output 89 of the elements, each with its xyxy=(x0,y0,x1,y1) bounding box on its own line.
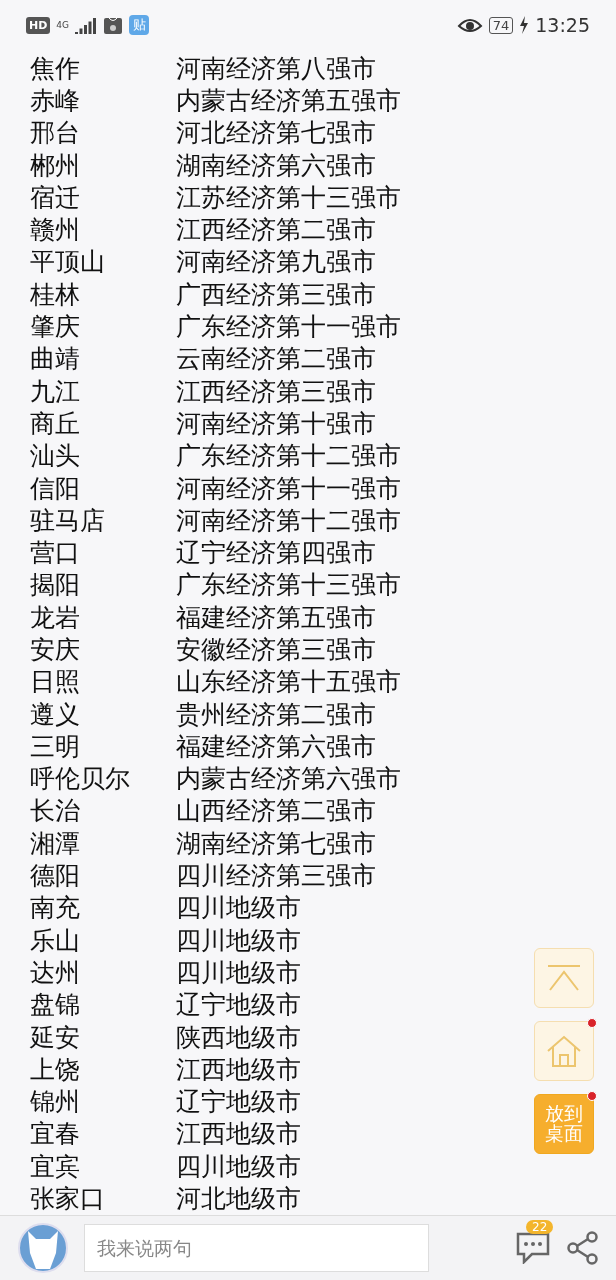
home-icon xyxy=(546,1034,582,1068)
city-description: 江西地级市 xyxy=(176,1118,301,1151)
city-name: 赣州 xyxy=(30,214,81,247)
share-icon[interactable] xyxy=(566,1231,600,1265)
city-description: 内蒙古经济第六强市 xyxy=(176,763,401,796)
city-description: 广东经济第十二强市 xyxy=(176,440,401,473)
city-name: 宿迁 xyxy=(30,181,81,214)
city-name: 龙岩 xyxy=(30,601,81,634)
city-name: 九江 xyxy=(30,375,81,408)
city-name: 延安 xyxy=(30,1021,81,1054)
eye-icon xyxy=(456,16,483,34)
arrow-up-icon xyxy=(545,963,583,993)
city-name: 驻马店 xyxy=(30,504,106,537)
city-name: 德阳 xyxy=(30,860,81,893)
city-description: 江苏经济第十三强市 xyxy=(176,181,401,214)
city-description: 辽宁地级市 xyxy=(176,1086,301,1119)
city-description: 贵州经济第二强市 xyxy=(176,698,376,731)
city-description: 福建经济第六强市 xyxy=(176,730,376,763)
city-description: 云南经济第二强市 xyxy=(176,343,376,376)
city-name: 宜春 xyxy=(30,1118,81,1151)
hd-indicator: HD xyxy=(26,16,51,34)
city-name: 安庆 xyxy=(30,634,81,666)
city-name: 商丘 xyxy=(30,407,81,440)
city-name: 信阳 xyxy=(30,472,81,505)
city-name: 曲靖 xyxy=(30,343,81,376)
network-type: 4G xyxy=(56,20,70,30)
city-name: 达州 xyxy=(30,956,81,989)
city-description: 江西经济第二强市 xyxy=(176,214,376,247)
add-to-desktop-button[interactable]: 放到桌面 xyxy=(534,1094,594,1154)
city-description: 江西地级市 xyxy=(176,1053,301,1086)
app-notification-icon: 贴 xyxy=(129,15,150,35)
clock: 13:25 xyxy=(535,14,590,36)
city-description: 内蒙古经济第五强市 xyxy=(176,84,401,117)
city-name: 遵义 xyxy=(30,698,81,731)
city-name: 锦州 xyxy=(30,1086,81,1119)
city-name: 盘锦 xyxy=(30,989,81,1022)
city-description: 安徽经济第三强市 xyxy=(176,634,376,666)
city-description: 福建经济第五强市 xyxy=(176,601,376,634)
comment-field[interactable]: 我来说两句 xyxy=(84,1224,429,1272)
city-description: 四川经济第三强市 xyxy=(176,860,376,893)
city-description: 四川地级市 xyxy=(176,892,301,925)
city-name: 长治 xyxy=(30,795,81,828)
city-name: 汕头 xyxy=(30,440,81,473)
city-name: 日照 xyxy=(30,666,81,699)
app-icon xyxy=(103,15,124,35)
city-name: 邢台 xyxy=(30,117,81,150)
city-name: 湘潭 xyxy=(30,827,81,860)
city-description: 湖南经济第七强市 xyxy=(176,827,376,860)
city-description: 河北经济第七强市 xyxy=(176,117,376,150)
city-description: 广东经济第十三强市 xyxy=(176,569,401,602)
city-name: 三明 xyxy=(30,730,81,763)
avatar-icon xyxy=(18,1223,68,1273)
city-name: 南充 xyxy=(30,892,81,925)
comment-count: 22 xyxy=(526,1220,554,1234)
signal-icon xyxy=(75,16,98,34)
city-description: 湖南经济第六强市 xyxy=(176,149,376,182)
city-name: 呼伦贝尔 xyxy=(30,763,131,796)
city-description: 河南经济第九强市 xyxy=(176,246,376,279)
city-description: 陕西地级市 xyxy=(176,1021,301,1054)
city-description: 河南经济第十一强市 xyxy=(176,472,401,505)
city-name: 揭阳 xyxy=(30,569,81,602)
city-name: 桂林 xyxy=(30,278,81,311)
city-description: 江西经济第三强市 xyxy=(176,375,376,408)
city-description: 四川地级市 xyxy=(176,1150,301,1183)
city-name: 平顶山 xyxy=(30,246,106,279)
charging-icon xyxy=(519,16,530,34)
city-description: 河北地级市 xyxy=(176,1183,301,1216)
city-name: 肇庆 xyxy=(30,311,81,344)
city-description: 河南经济第八强市 xyxy=(176,52,376,85)
battery-level: 74 xyxy=(488,16,514,34)
city-description: 山东经济第十五强市 xyxy=(176,666,401,699)
city-description: 辽宁地级市 xyxy=(176,989,301,1022)
city-name: 营口 xyxy=(30,537,81,570)
city-description: 山西经济第二强市 xyxy=(176,795,376,828)
city-name: 赤峰 xyxy=(30,84,81,117)
city-description: 四川地级市 xyxy=(176,924,301,957)
city-description: 广东经济第十一强市 xyxy=(176,311,401,344)
city-description: 河南经济第十二强市 xyxy=(176,504,401,537)
city-description: 广西经济第三强市 xyxy=(176,278,376,311)
city-name: 郴州 xyxy=(30,149,81,182)
city-description: 四川地级市 xyxy=(176,956,301,989)
city-name: 上饶 xyxy=(30,1053,81,1086)
city-name: 焦作 xyxy=(30,52,81,85)
city-name: 张家口 xyxy=(30,1183,106,1216)
city-name: 乐山 xyxy=(30,924,81,957)
comment-icon[interactable] xyxy=(516,1232,550,1264)
city-name: 宜宾 xyxy=(30,1150,81,1183)
city-description: 河南经济第十强市 xyxy=(176,407,376,440)
city-description: 辽宁经济第四强市 xyxy=(176,537,376,570)
